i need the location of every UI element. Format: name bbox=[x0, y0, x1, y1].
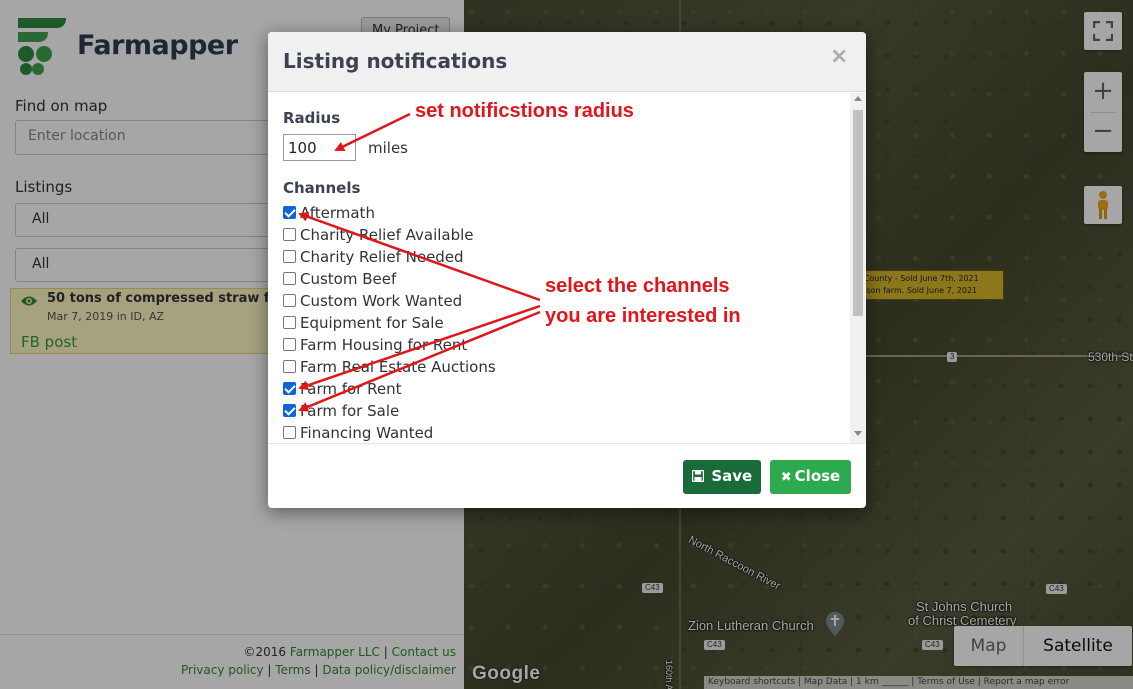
channel-checkbox[interactable] bbox=[283, 250, 296, 263]
channel-item[interactable]: Charity Relief Available bbox=[283, 226, 823, 248]
channel-item[interactable]: Farm Housing for Rent bbox=[283, 336, 823, 358]
scroll-up-arrow-icon[interactable] bbox=[854, 96, 862, 101]
modal-title: Listing notifications bbox=[283, 49, 508, 73]
floppy-disk-icon bbox=[691, 469, 709, 485]
channel-label: Equipment for Sale bbox=[300, 314, 444, 332]
close-icon[interactable]: × bbox=[830, 44, 848, 69]
annotation-channels-note-2: you are interested in bbox=[545, 305, 741, 327]
annotation-channels-note-1: select the channels bbox=[545, 275, 730, 297]
save-button[interactable]: Save bbox=[683, 460, 761, 494]
channel-label: Farm Housing for Rent bbox=[300, 336, 468, 354]
modal-body[interactable]: Radius miles Channels Aftermath Charity … bbox=[268, 93, 866, 443]
channel-checkbox[interactable] bbox=[283, 316, 296, 329]
channel-item[interactable]: Farm for Sale bbox=[283, 402, 823, 424]
channel-checkbox[interactable] bbox=[283, 426, 296, 439]
radius-label: Radius bbox=[283, 109, 341, 127]
channel-label: Financing Wanted bbox=[300, 424, 434, 442]
channel-checkbox[interactable] bbox=[283, 404, 296, 417]
close-button[interactable]: ✖ Close bbox=[770, 460, 851, 494]
radius-unit-label: miles bbox=[368, 139, 408, 157]
channel-item[interactable]: Farm Real Estate Auctions bbox=[283, 358, 823, 380]
scroll-down-arrow-icon[interactable] bbox=[854, 431, 862, 436]
annotation-radius-note: set notificstions radius bbox=[415, 100, 634, 122]
channel-checkbox[interactable] bbox=[283, 228, 296, 241]
radius-input[interactable] bbox=[283, 134, 356, 161]
close-button-label: Close bbox=[794, 467, 841, 485]
channel-label: Aftermath bbox=[300, 204, 375, 222]
channel-item[interactable]: Farm for Rent bbox=[283, 380, 823, 402]
modal-header: Listing notifications × bbox=[268, 32, 866, 92]
save-button-label: Save bbox=[711, 467, 753, 485]
close-x-icon: ✖ bbox=[780, 470, 792, 485]
channel-item[interactable]: Charity Relief Needed bbox=[283, 248, 823, 270]
channel-label: Charity Relief Needed bbox=[300, 248, 464, 266]
channel-checkbox[interactable] bbox=[283, 272, 296, 285]
channel-checkbox[interactable] bbox=[283, 294, 296, 307]
channel-label: Farm for Rent bbox=[300, 380, 402, 398]
channel-label: Farm for Sale bbox=[300, 402, 400, 420]
channel-checkbox[interactable] bbox=[283, 360, 296, 373]
modal-footer: Save ✖ Close bbox=[268, 443, 866, 508]
channel-checkbox[interactable] bbox=[283, 382, 296, 395]
channel-label: Custom Beef bbox=[300, 270, 397, 288]
channel-label: Charity Relief Available bbox=[300, 226, 474, 244]
channel-label: Farm Real Estate Auctions bbox=[300, 358, 496, 376]
channel-checkbox[interactable] bbox=[283, 206, 296, 219]
channel-item[interactable]: Aftermath bbox=[283, 204, 823, 226]
channel-label: Custom Work Wanted bbox=[300, 292, 463, 310]
channels-label: Channels bbox=[283, 179, 361, 197]
scroll-thumb[interactable] bbox=[853, 110, 863, 316]
channel-item[interactable]: Financing Wanted bbox=[283, 424, 823, 443]
channel-checkbox[interactable] bbox=[283, 338, 296, 351]
modal-scrollbar[interactable] bbox=[850, 93, 866, 443]
